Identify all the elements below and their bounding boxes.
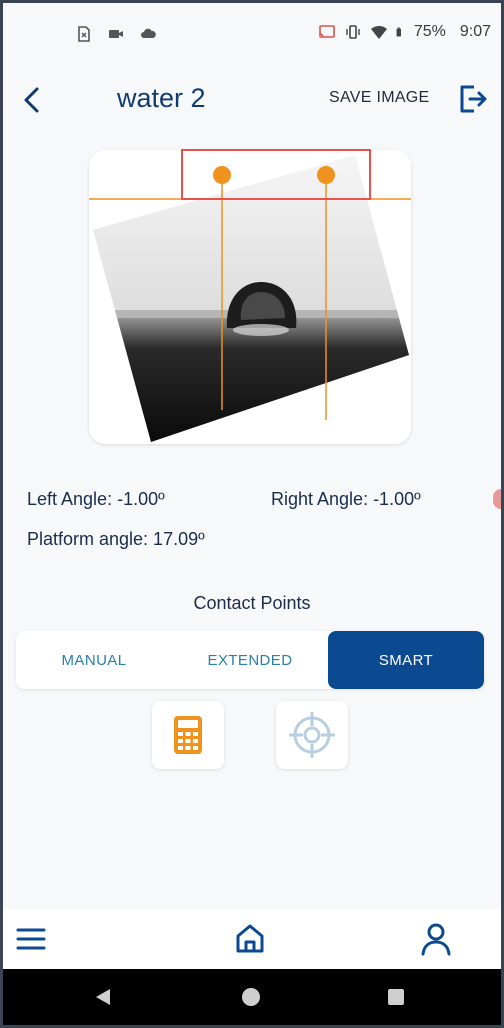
crosshair-icon xyxy=(289,712,335,758)
menu-icon[interactable] xyxy=(13,921,49,957)
vibrate-icon xyxy=(346,25,360,39)
status-time: 9:07 xyxy=(459,23,491,40)
bottom-nav xyxy=(3,909,501,969)
calculator-button[interactable] xyxy=(152,701,224,769)
droplet-image xyxy=(89,155,411,442)
phone-screen: 75% 9:07 water 2 SAVE IMAGE Left Angle: … xyxy=(3,3,501,1025)
mode-smart-tab[interactable]: SMART xyxy=(328,631,484,689)
calculator-icon xyxy=(174,716,202,754)
left-angle-readout: Left Angle: -1.00º xyxy=(27,489,165,509)
home-circle-icon[interactable] xyxy=(241,987,261,1007)
battery-percent: 75% xyxy=(413,23,446,40)
platform-angle-readout: Platform angle: 17.09º xyxy=(27,529,205,549)
battery-icon xyxy=(396,27,401,37)
status-left-icons xyxy=(75,25,157,43)
chevron-left-icon[interactable] xyxy=(17,83,47,117)
right-angle-readout: Right Angle: -1.00º xyxy=(271,489,421,509)
video-icon xyxy=(109,30,123,38)
home-icon[interactable] xyxy=(232,921,268,957)
cast-icon xyxy=(319,25,335,38)
mode-extended-tab[interactable]: EXTENDED xyxy=(172,631,328,689)
logout-icon[interactable] xyxy=(458,83,488,115)
page-title: water 2 xyxy=(117,83,206,113)
app-header: water 2 SAVE IMAGE xyxy=(3,73,501,127)
contact-points-title: Contact Points xyxy=(193,593,311,613)
cloud-icon xyxy=(141,28,156,38)
status-bar: 75% 9:07 xyxy=(3,3,501,63)
mode-manual-tab[interactable]: MANUAL xyxy=(16,631,172,689)
no-sim-icon xyxy=(78,26,90,42)
profile-icon[interactable] xyxy=(418,921,454,957)
status-right-icons: 75% 9:07 xyxy=(318,23,491,41)
left-contact-handle[interactable] xyxy=(213,166,231,184)
back-triangle-icon[interactable] xyxy=(93,987,113,1007)
right-contact-handle[interactable] xyxy=(317,166,335,184)
system-nav-bar xyxy=(3,969,501,1025)
contact-points-selector: MANUAL EXTENDED SMART xyxy=(16,631,484,689)
edge-indicator xyxy=(493,489,501,509)
wifi-icon xyxy=(370,25,387,39)
recents-square-icon[interactable] xyxy=(386,987,406,1007)
droplet-image-card[interactable] xyxy=(89,150,411,444)
crosshair-button[interactable] xyxy=(276,701,348,769)
save-image-button[interactable]: SAVE IMAGE xyxy=(329,89,430,107)
